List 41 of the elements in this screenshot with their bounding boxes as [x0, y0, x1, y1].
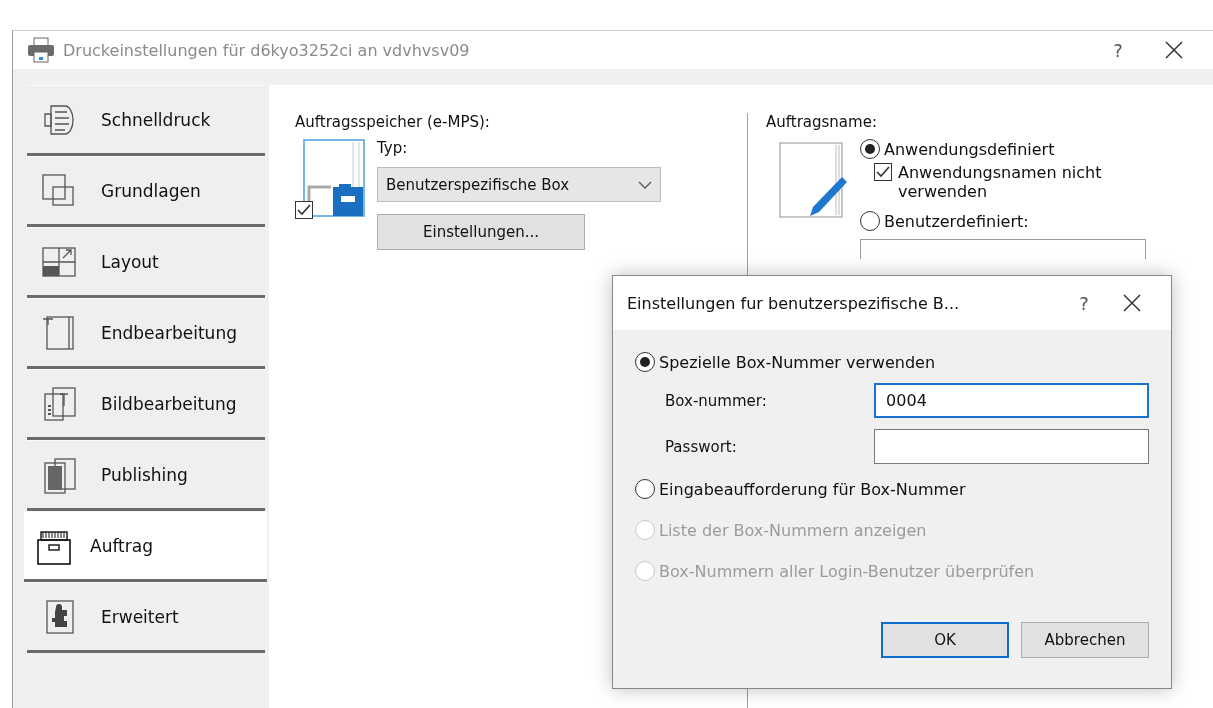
field-label: Typ: [377, 139, 409, 157]
field-label: Box-nummer: [665, 391, 768, 410]
close-icon[interactable] [1123, 294, 1141, 312]
dialog-title: Einstellungen fur benutzerspezifische B... [627, 293, 961, 313]
section-label: Auftragsname: [766, 113, 878, 131]
checkbox[interactable] [295, 201, 313, 219]
chevron-down-icon [638, 180, 652, 189]
help-button[interactable]: ? [1093, 39, 1143, 61]
type-dropdown[interactable]: Benutzerspezifische Box [377, 167, 661, 202]
radio-button[interactable] [860, 139, 880, 159]
field-label: Passwort: [665, 437, 738, 456]
tab[interactable]: Bildbearbeitung [27, 369, 265, 440]
radio-option[interactable]: Spezielle Box-Nummer verwenden [635, 352, 1149, 372]
document-pen-icon [778, 139, 848, 219]
storage-box-icon [303, 139, 365, 217]
tab[interactable]: Grundlagen [27, 156, 265, 227]
input-field[interactable] [874, 429, 1149, 464]
window-title: Druckeinstellungen für d6kyo3252ci an vdvhvsv09 [63, 40, 471, 60]
input-field[interactable]: 0004 [874, 383, 1149, 418]
settings-button[interactable]: Einstellungen... [377, 214, 585, 250]
radio-option[interactable]: Anwendungsdefiniert [860, 139, 1150, 159]
ok-button[interactable]: OK [881, 622, 1009, 658]
radio-button[interactable] [635, 479, 655, 499]
cancel-button[interactable]: Abbrechen [1021, 622, 1149, 658]
radio-option[interactable]: Eingabeaufforderung für Box-Nummer [635, 479, 1149, 499]
tab[interactable]: Erweitert [27, 582, 265, 653]
printer-icon [27, 37, 55, 63]
radio-button[interactable] [635, 352, 655, 372]
tab[interactable]: Publishing [27, 440, 265, 511]
tab[interactable]: Layout [27, 227, 265, 298]
checkbox[interactable] [874, 163, 892, 181]
tab[interactable]: Endbearbeitung [27, 298, 265, 369]
radio-option[interactable]: Benutzerdefiniert: [860, 211, 1150, 231]
checkbox-label[interactable]: Anwendungsnamen nicht verwenden [898, 163, 1150, 201]
tab[interactable]: Schnelldruck [27, 85, 265, 156]
close-icon[interactable] [1165, 41, 1183, 59]
section-label: Auftragsspeicher (e-MPS): [295, 113, 491, 131]
text-field[interactable] [860, 239, 1146, 259]
tab[interactable]: Auftrag [24, 511, 267, 582]
help-button[interactable]: ? [1059, 292, 1109, 314]
radio-button[interactable] [860, 211, 880, 231]
